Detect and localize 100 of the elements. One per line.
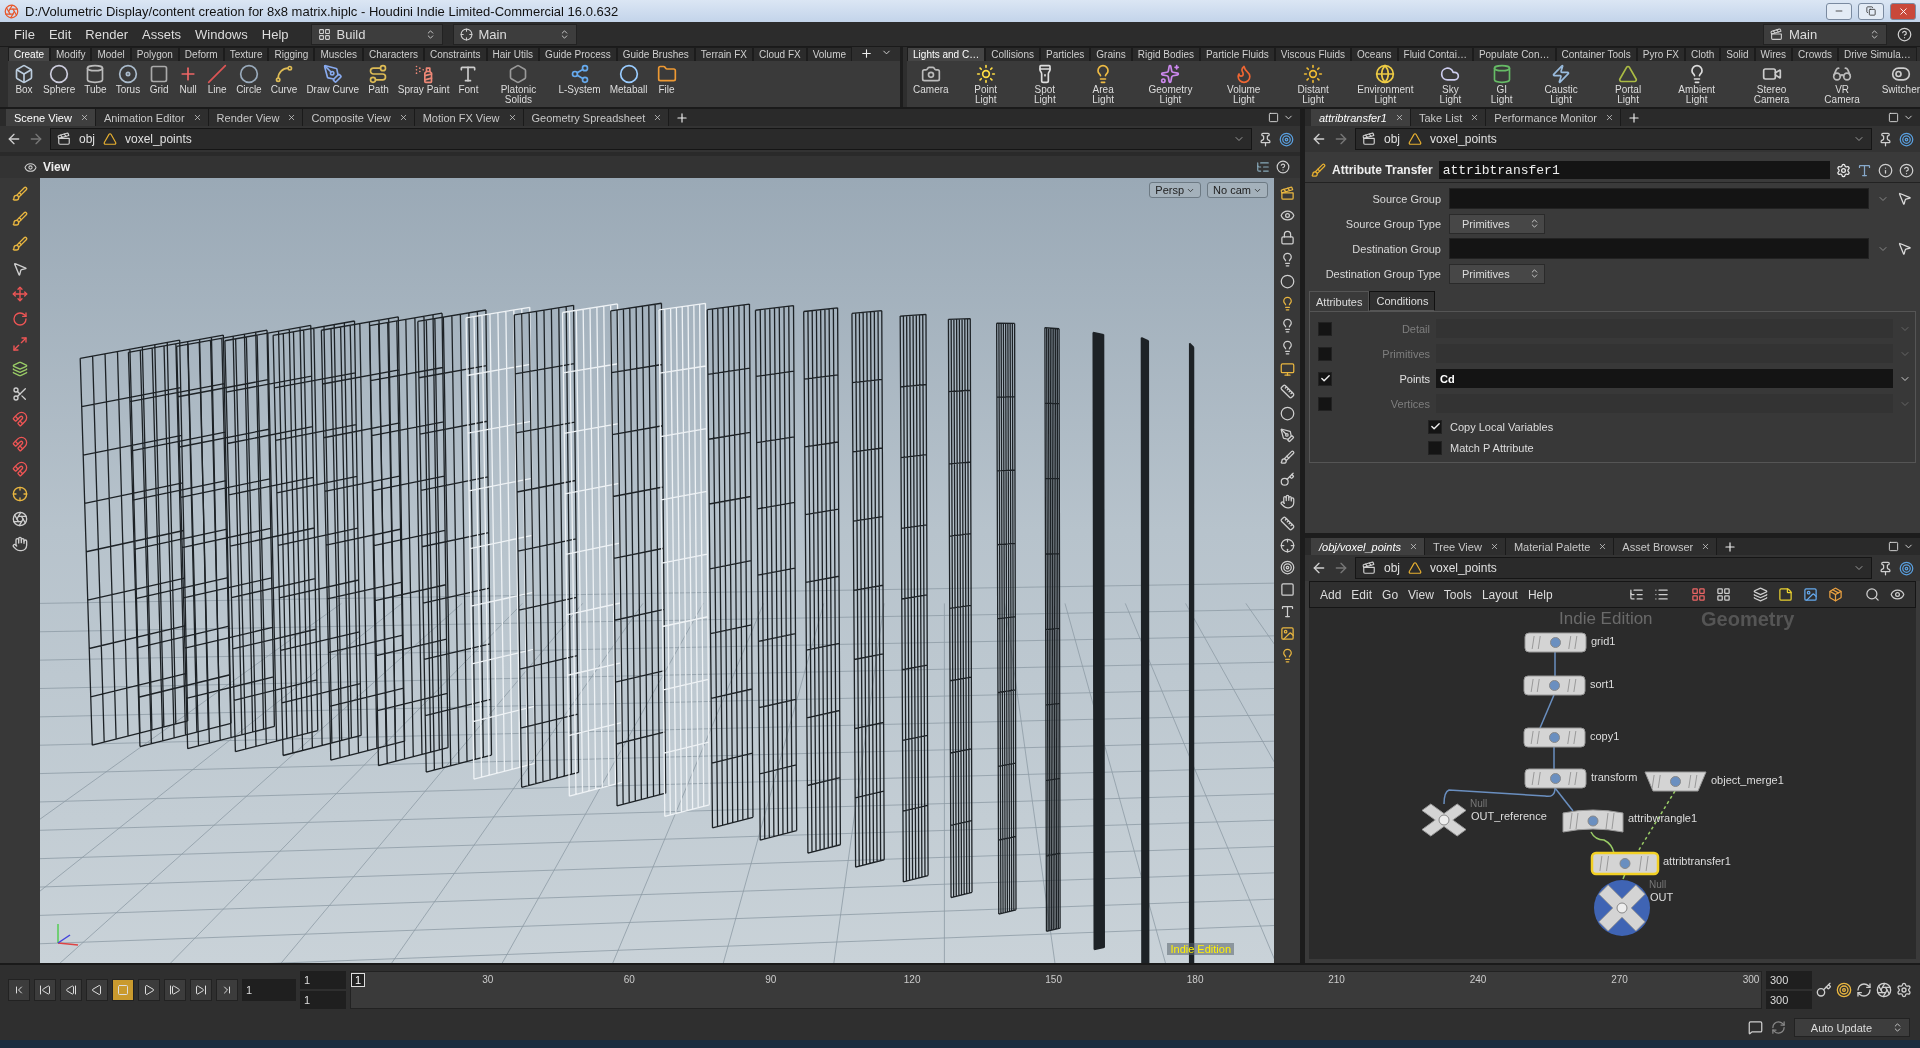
menu-item[interactable]: Tools <box>1443 587 1472 602</box>
shelf-tool[interactable]: Switcher <box>1881 64 1920 95</box>
shelf-tab[interactable]: Grains <box>1090 47 1132 61</box>
close-icon[interactable] <box>1408 542 1418 551</box>
pin-icon[interactable] <box>1878 560 1893 576</box>
shelf-tool[interactable]: Line <box>207 64 228 95</box>
path-field[interactable]: obj voxel_points <box>1355 128 1872 150</box>
shelf-tab[interactable]: Viscous Fluids <box>1274 47 1352 61</box>
shelf-tab[interactable]: Hair Utils <box>486 47 540 61</box>
menu-item[interactable]: File <box>8 26 41 42</box>
scissors-icon[interactable] <box>12 386 28 402</box>
shelf-tool[interactable]: Spot Light <box>1022 64 1067 105</box>
layers-icon[interactable] <box>12 361 28 377</box>
target-icon[interactable] <box>1279 560 1295 575</box>
settings-icon[interactable] <box>1896 982 1912 998</box>
path-crumb[interactable]: obj <box>79 132 95 146</box>
shelf-tool[interactable]: Geometry Light <box>1139 64 1202 105</box>
group-field[interactable] <box>1449 188 1869 209</box>
help-icon[interactable] <box>1276 160 1290 174</box>
node-name-field[interactable]: attribtransfer1 <box>1438 161 1830 179</box>
folder-tab[interactable]: Conditions <box>1369 291 1436 311</box>
pane-tab[interactable]: Performance Monitor <box>1486 109 1621 126</box>
shelf-tab[interactable]: Rigging <box>268 47 315 61</box>
clapperboard-icon[interactable] <box>1279 186 1295 201</box>
sphere-icon[interactable] <box>1279 274 1295 289</box>
add-tab-icon[interactable] <box>675 110 690 125</box>
pane-tab[interactable]: Render View <box>208 109 304 126</box>
camera-menu[interactable]: Persp <box>1149 182 1202 198</box>
menu-item[interactable]: Windows <box>189 26 254 42</box>
restore-button[interactable] <box>1858 2 1884 20</box>
shelf-tab[interactable]: Fluid Contai… <box>1397 47 1473 61</box>
path-field[interactable]: obj voxel_points <box>1355 557 1872 579</box>
close-icon[interactable] <box>1605 113 1614 122</box>
image-icon[interactable] <box>1279 626 1295 641</box>
shelf-tool[interactable]: Tube <box>84 64 107 95</box>
eye-icon[interactable] <box>1279 208 1295 223</box>
network-node[interactable] <box>1523 631 1588 654</box>
shelf-tab[interactable]: Particle Fluids <box>1199 47 1275 61</box>
playback-button[interactable] <box>216 979 238 1001</box>
shelf-tool[interactable]: GI Light <box>1484 64 1519 105</box>
menu-item[interactable]: Layout <box>1481 587 1518 602</box>
pin-icon[interactable] <box>1878 131 1893 147</box>
target-icon[interactable] <box>1279 131 1294 147</box>
shelf-tab[interactable]: Wires <box>1754 47 1793 61</box>
pane-tab[interactable]: Tree View <box>1424 538 1506 555</box>
shelf-tab[interactable]: Collisions <box>985 47 1040 61</box>
shelf-tab[interactable]: Modify <box>50 47 92 61</box>
scale-icon[interactable] <box>12 336 28 352</box>
attribute-field[interactable]: Cd <box>1436 369 1893 388</box>
eye-icon[interactable] <box>1890 587 1905 602</box>
pane-tab[interactable]: Take List <box>1410 109 1487 126</box>
shelf-tool[interactable]: Null <box>178 64 199 95</box>
path-crumb[interactable]: obj <box>1384 132 1400 146</box>
back-icon[interactable] <box>1311 131 1327 147</box>
crosshair-icon[interactable] <box>12 486 28 502</box>
letter-icon[interactable] <box>1279 604 1295 619</box>
package-icon[interactable] <box>1828 587 1843 602</box>
shelf-tool[interactable]: Draw Curve <box>306 64 360 95</box>
start-frame-field[interactable]: 1 <box>300 971 346 989</box>
pane-tab[interactable]: Material Palette <box>1505 538 1615 555</box>
shelf-tool[interactable]: Grid <box>149 64 170 95</box>
lock-icon[interactable] <box>1279 230 1295 245</box>
pane-tab[interactable]: Geometry Spreadsheet <box>523 109 670 126</box>
checkbox[interactable] <box>1318 321 1332 336</box>
shelf-tool[interactable]: File <box>656 64 677 95</box>
ruler-icon[interactable] <box>1279 384 1295 399</box>
menu-item[interactable]: Render <box>79 26 134 42</box>
menu-item[interactable]: Edit <box>1351 587 1373 602</box>
pane-tab[interactable]: Composite View <box>303 109 415 126</box>
shelf-tab[interactable]: Characters <box>363 47 424 61</box>
desktop-dropdown[interactable]: Build <box>310 23 443 45</box>
shelf-tool[interactable]: Path <box>368 64 389 95</box>
shelf-tool[interactable]: Caustic Light <box>1532 64 1590 105</box>
shelf-tool[interactable]: Volume Light <box>1215 64 1272 105</box>
shelf-tab[interactable]: Create <box>8 47 50 61</box>
shelf-tab[interactable]: Muscles <box>314 47 364 61</box>
shelf-tab[interactable]: Constraints <box>423 47 487 61</box>
path-field[interactable]: obj voxel_points <box>50 128 1252 150</box>
range-start-field[interactable]: 1 <box>300 991 346 1009</box>
grid-icon[interactable] <box>1691 587 1706 602</box>
end-frame-field[interactable]: 300 <box>1766 971 1812 989</box>
checkbox[interactable] <box>1318 371 1332 386</box>
key-icon[interactable] <box>1816 982 1832 998</box>
folder-tab[interactable]: Attributes <box>1309 291 1370 311</box>
menu-item[interactable]: Go <box>1382 587 1399 602</box>
target-icon[interactable] <box>1899 131 1914 147</box>
close-icon[interactable] <box>1489 542 1499 551</box>
minimize-button[interactable] <box>1826 2 1852 20</box>
pin-icon[interactable] <box>1258 131 1273 147</box>
context-dropdown[interactable]: Main <box>452 23 577 45</box>
shelf-tab[interactable]: Texture <box>223 47 269 61</box>
grid-icon[interactable] <box>1716 587 1731 602</box>
shelf-tool[interactable]: L-System <box>558 64 601 95</box>
shelf-tab[interactable]: Pyro FX <box>1636 47 1685 61</box>
path-crumb[interactable]: voxel_points <box>125 132 192 146</box>
pane-tab[interactable]: Motion FX View <box>414 109 524 126</box>
menu-item[interactable]: Help <box>1527 587 1553 602</box>
playback-button[interactable] <box>112 979 134 1001</box>
shelf-tab[interactable]: Guide Process <box>539 47 617 61</box>
shelf-tool[interactable]: Circle <box>236 64 262 95</box>
